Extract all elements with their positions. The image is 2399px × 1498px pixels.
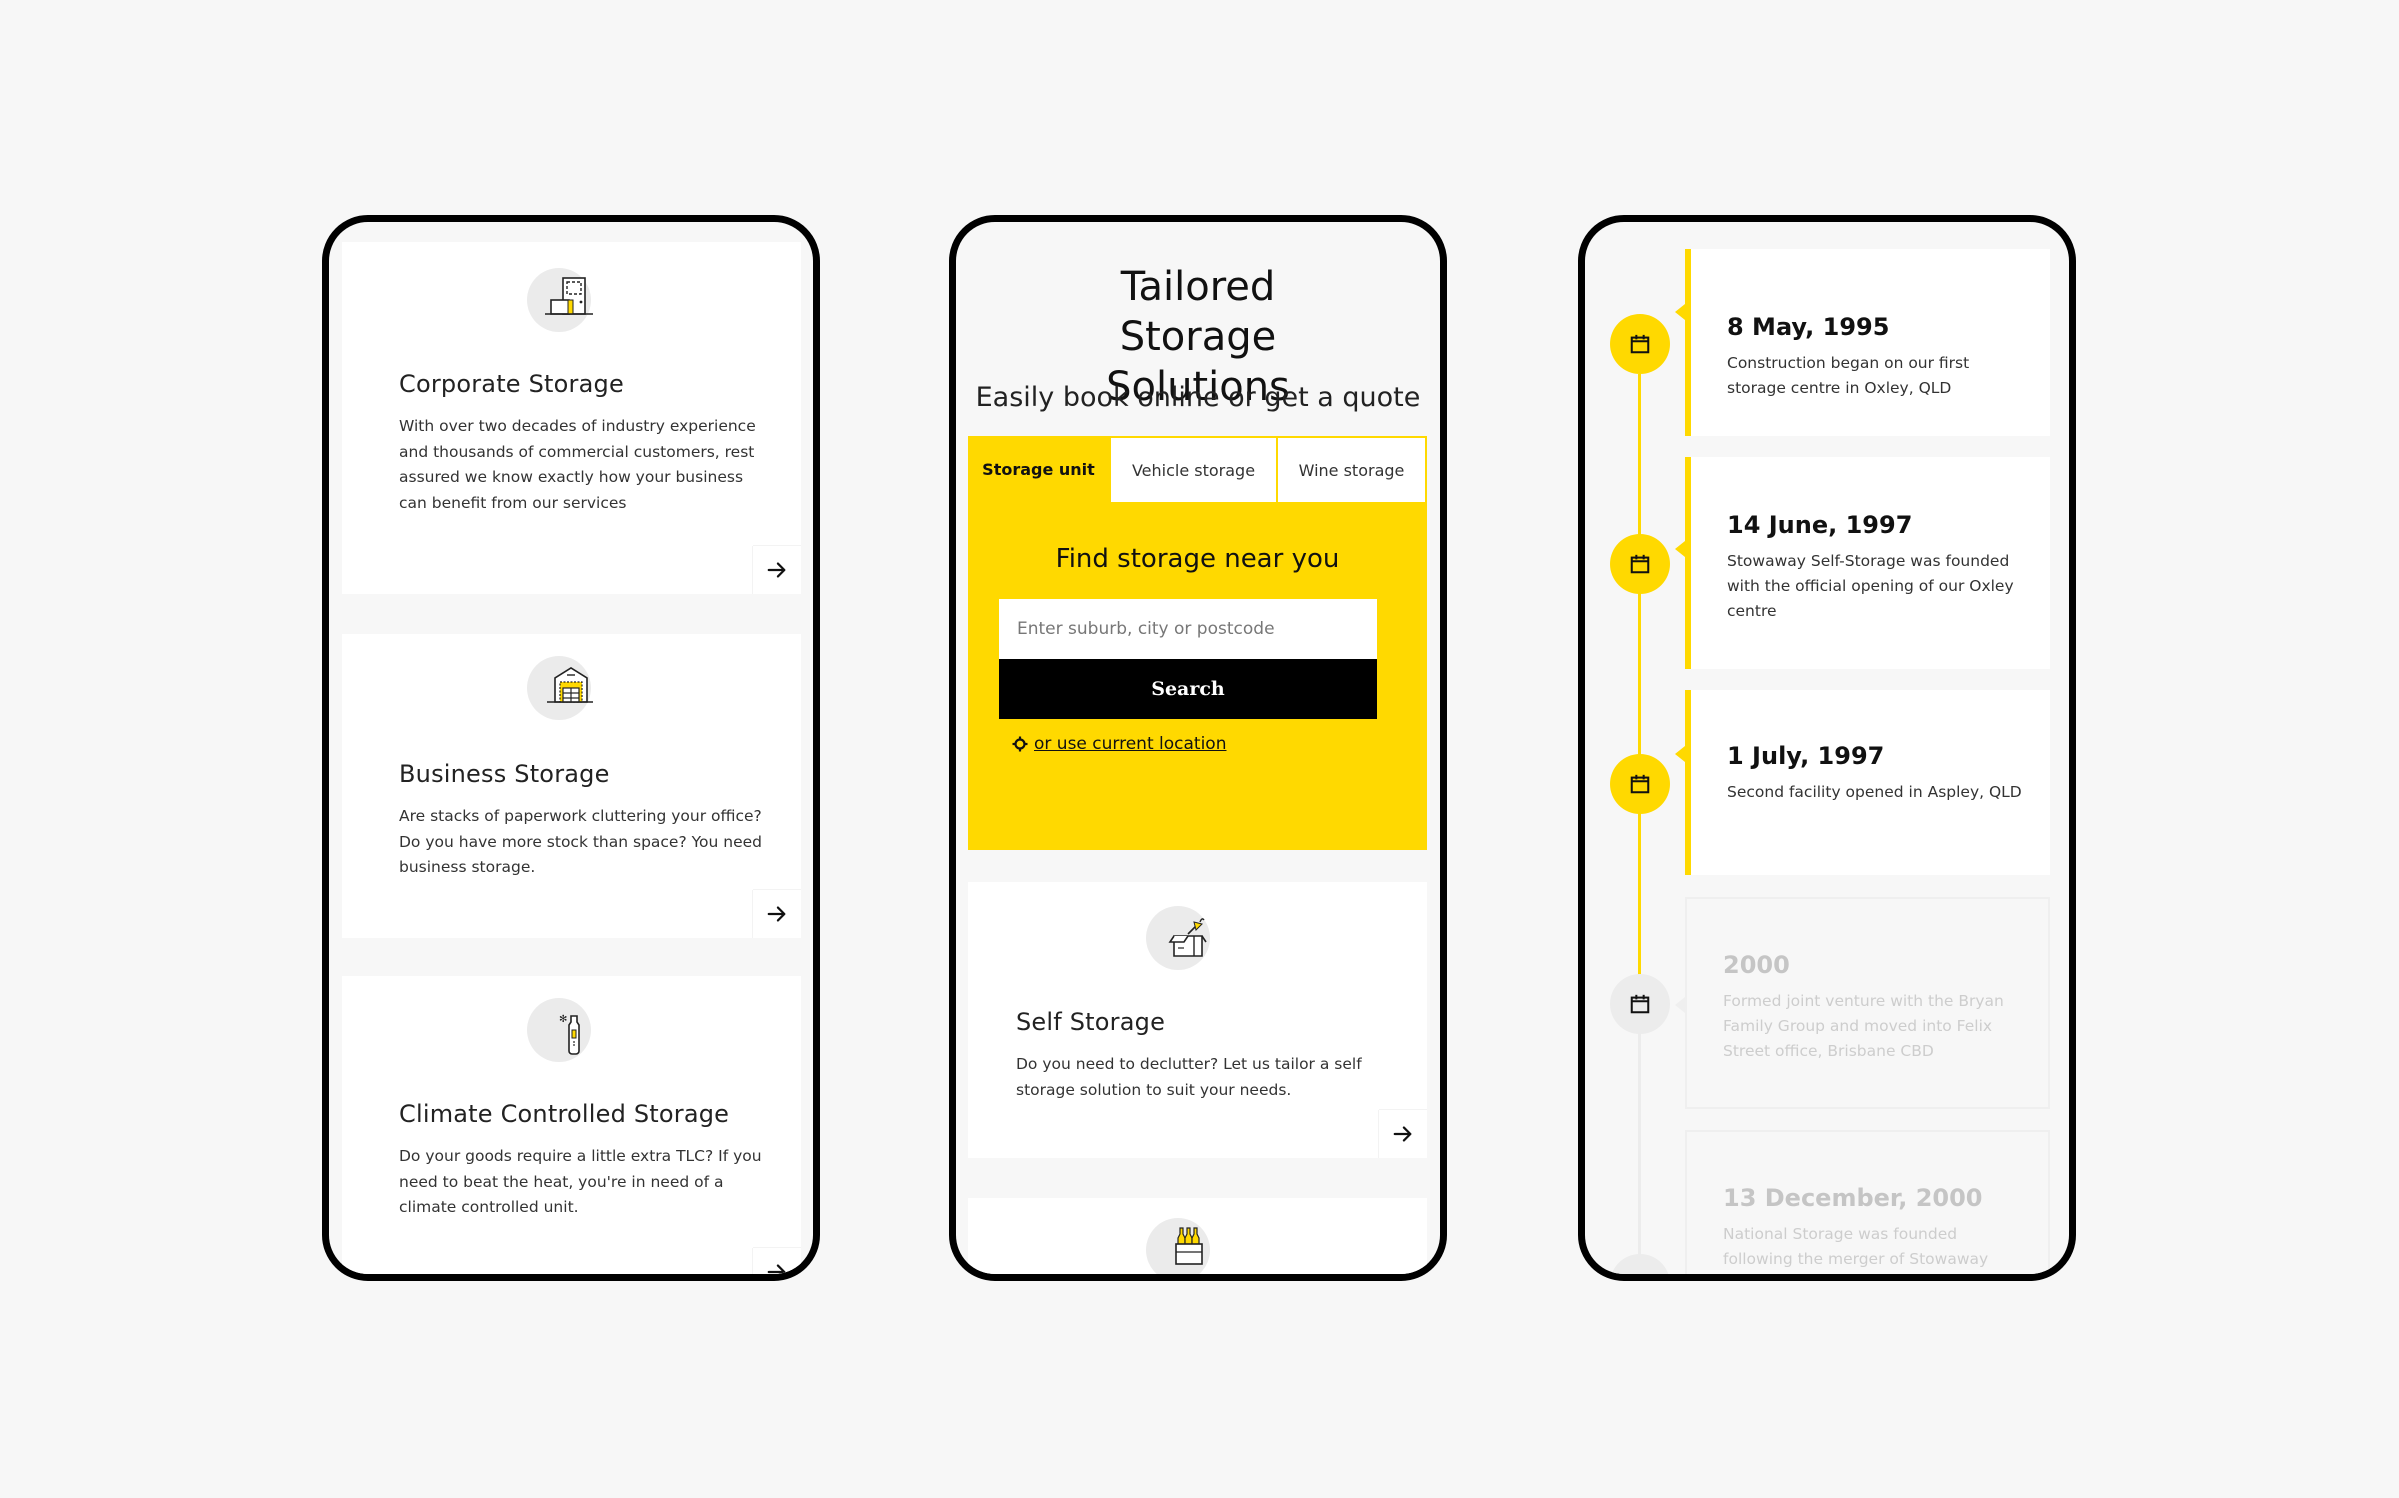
calendar-icon — [1629, 333, 1651, 355]
icon-circle — [527, 268, 593, 332]
service-card-self-storage: Self Storage Do you need to declutter? L… — [968, 882, 1427, 1158]
wine-storage-icon — [1175, 1227, 1203, 1265]
timeline-date: 2000 — [1723, 951, 1790, 979]
card-title: Climate Controlled Storage — [399, 1100, 730, 1128]
phone-timeline: 8 May, 1995 Construction began on our fi… — [1578, 215, 2076, 1281]
corporate-storage-arrow-button[interactable] — [753, 546, 801, 594]
timeline-line-active — [1638, 374, 1641, 994]
card-description: With over two decades of industry experi… — [399, 417, 756, 512]
search-button[interactable]: Search — [999, 659, 1377, 719]
business-storage-arrow-button[interactable] — [753, 890, 801, 938]
arrow-right-icon — [766, 903, 788, 925]
tab-storage-unit[interactable]: Storage unit — [968, 436, 1109, 502]
arrow-right-icon — [1392, 1123, 1414, 1145]
timeline-pointer — [1675, 997, 1685, 1013]
timeline-item: 14 June, 1997 Stowaway Self-Storage was … — [1675, 457, 2050, 669]
timeline-node — [1610, 534, 1670, 594]
timeline-text: Formed joint venture with the Bryan Fami… — [1723, 992, 2004, 1060]
timeline-date: 13 December, 2000 — [1723, 1184, 1983, 1212]
service-card-climate: ✻ Climate Controlled Storage Do your goo… — [342, 976, 801, 1281]
phone-booking: Tailored Storage Solutions Easily book o… — [949, 215, 1447, 1281]
timeline-pointer — [1675, 746, 1685, 762]
arrow-right-icon — [766, 1261, 788, 1281]
self-storage-arrow-button[interactable] — [1379, 1110, 1427, 1158]
storage-type-tabs: Storage unit Vehicle storage Wine storag… — [968, 436, 1427, 502]
icon-circle — [1146, 906, 1210, 970]
card-title: Business Storage — [399, 760, 610, 788]
timeline-item: 13 December, 2000 National Storage was f… — [1685, 1130, 2050, 1274]
location-search-input[interactable] — [999, 599, 1377, 659]
icon-circle — [527, 656, 593, 720]
timeline-date: 8 May, 1995 — [1727, 313, 1890, 341]
climate-storage-arrow-button[interactable] — [753, 1248, 801, 1281]
timeline-item: 1 July, 1997 Second facility opened in A… — [1675, 690, 2050, 875]
card-description: Do your goods require a little extra TLC… — [399, 1147, 762, 1216]
timeline-item: 8 May, 1995 Construction began on our fi… — [1675, 249, 2050, 436]
card-description: Are stacks of paperwork cluttering your … — [399, 807, 763, 876]
timeline-node — [1610, 1254, 1670, 1274]
timeline-text: Second facility opened in Aspley, QLD — [1727, 783, 2022, 801]
find-storage-title: Find storage near you — [1055, 544, 1340, 574]
calendar-icon — [1629, 773, 1651, 795]
use-current-location-link[interactable]: or use current location — [1012, 734, 1226, 754]
timeline-line-inactive — [1638, 994, 1641, 1274]
self-storage-icon — [1168, 918, 1207, 957]
timeline-text: Construction began on our first storage … — [1727, 354, 1970, 397]
card-description: Do you need to declutter? Let us tailor … — [1016, 1055, 1362, 1099]
use-current-location-label: or use current location — [1034, 734, 1227, 754]
service-card-wine-storage — [968, 1198, 1427, 1274]
corporate-storage-icon — [545, 277, 593, 315]
timeline-node — [1610, 314, 1670, 374]
calendar-icon — [1629, 993, 1651, 1015]
arrow-right-icon — [766, 559, 788, 581]
timeline-node — [1610, 974, 1670, 1034]
booking-panel: Storage unit Vehicle storage Wine storag… — [968, 436, 1427, 850]
service-card-business: Business Storage Are stacks of paperwork… — [342, 634, 801, 938]
icon-circle: ✻ — [527, 998, 591, 1062]
timeline-item: 2000 Formed joint venture with the Bryan… — [1675, 897, 2050, 1109]
timeline-date: 14 June, 1997 — [1727, 511, 1913, 539]
timeline-text: National Storage was founded following t… — [1723, 1225, 1989, 1268]
svg-text:✻: ✻ — [559, 1014, 567, 1025]
service-card-corporate: Corporate Storage With over two decades … — [342, 242, 801, 594]
timeline-pointer — [1675, 541, 1685, 557]
calendar-icon — [1629, 553, 1651, 575]
timeline-text: Stowaway Self-Storage was founded with t… — [1727, 552, 2014, 620]
timeline-date: 1 July, 1997 — [1727, 742, 1885, 770]
business-storage-icon — [547, 667, 593, 703]
timeline-node — [1610, 754, 1670, 814]
card-title: Self Storage — [1016, 1008, 1166, 1036]
crosshair-icon — [1012, 736, 1028, 752]
icon-circle — [1146, 1218, 1210, 1274]
phone-services: Corporate Storage With over two decades … — [322, 215, 820, 1281]
hero-subtitle: Easily book online or get a quote — [975, 382, 1421, 413]
climate-controlled-icon: ✻ — [559, 1014, 580, 1055]
tab-vehicle-storage[interactable]: Vehicle storage — [1109, 436, 1277, 502]
card-title: Corporate Storage — [399, 370, 624, 398]
timeline-pointer — [1675, 304, 1685, 320]
tab-wine-storage[interactable]: Wine storage — [1277, 436, 1427, 502]
